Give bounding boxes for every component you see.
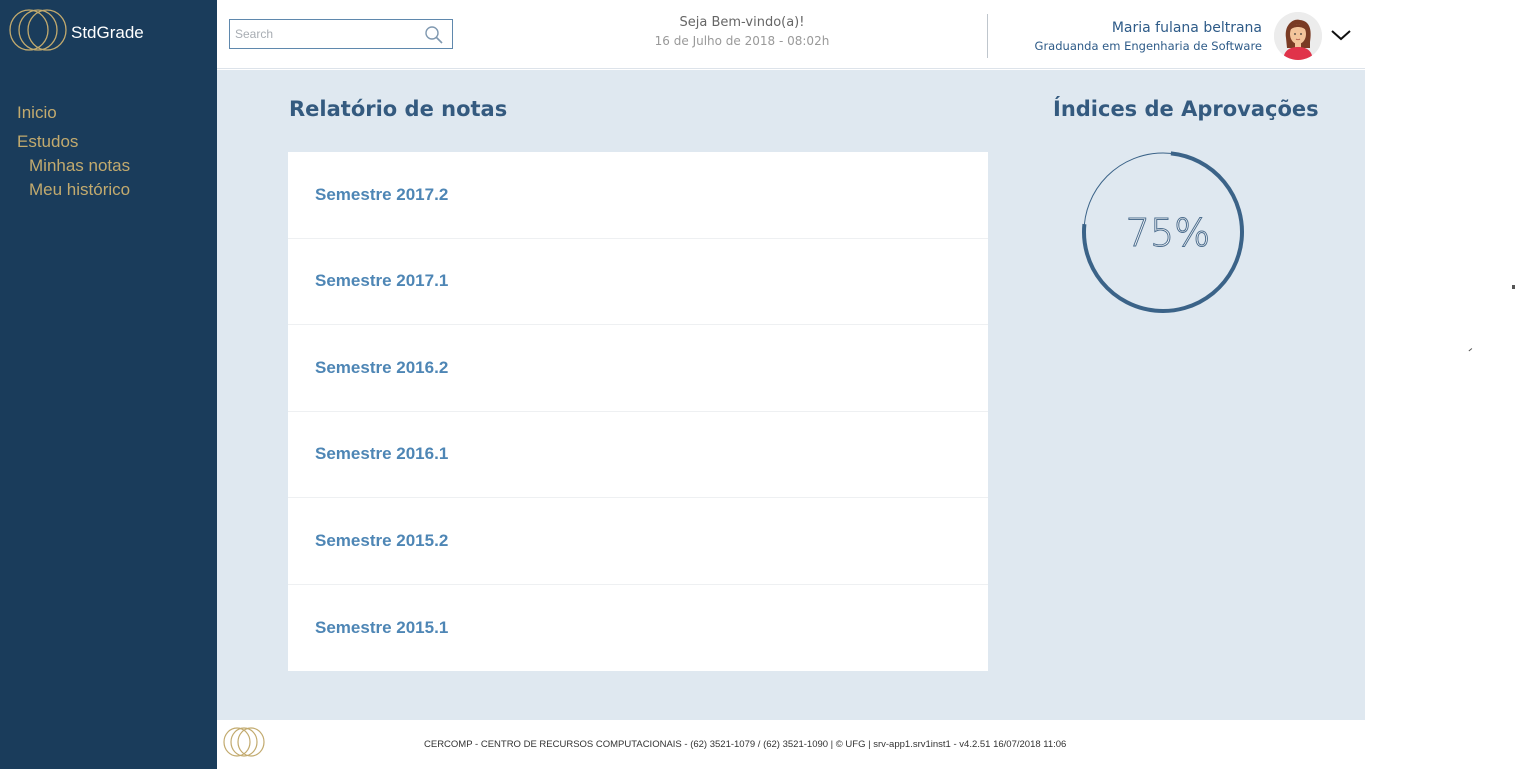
footer: CERCOMP - CENTRO DE RECURSOS COMPUTACION… xyxy=(217,720,1365,769)
avatar[interactable] xyxy=(1274,12,1322,60)
search-box xyxy=(229,19,453,49)
user-info[interactable]: Maria fulana beltrana Graduanda em Engen… xyxy=(1035,20,1262,53)
search-input[interactable] xyxy=(230,21,420,47)
sidebar-group-estudos: Estudos Minhas notas Meu histórico xyxy=(17,130,130,202)
sidebar-nav: Inicio Estudos Minhas notas Meu históric… xyxy=(17,101,130,202)
interlocking-rings-logo xyxy=(223,727,265,757)
female-avatar-icon xyxy=(1274,12,1322,60)
list-item[interactable]: Semestre 2016.2 xyxy=(288,325,988,412)
sidebar-submenu: Minhas notas Meu histórico xyxy=(29,154,130,202)
gauge-value-label: 75% xyxy=(1126,211,1210,255)
search-icon[interactable] xyxy=(424,25,444,45)
semester-label: Semestre 2017.1 xyxy=(315,271,449,291)
semester-label: Semestre 2016.1 xyxy=(315,444,449,464)
current-date: 16 de Julho de 2018 - 08:02h xyxy=(654,34,830,48)
list-item[interactable]: Semestre 2015.2 xyxy=(288,498,988,585)
list-item[interactable]: Semestre 2016.1 xyxy=(288,412,988,498)
sidebar-item-minhas-notas[interactable]: Minhas notas xyxy=(29,154,130,178)
user-role: Graduanda em Engenharia de Software xyxy=(1034,39,1262,53)
stray-mark xyxy=(1468,348,1474,353)
sidebar-item-estudos[interactable]: Estudos xyxy=(17,130,130,154)
interlocking-rings-logo xyxy=(9,9,67,51)
semester-label: Semestre 2017.2 xyxy=(315,184,449,204)
main-content: Relatório de notas Semestre 2017.2 Semes… xyxy=(217,70,1365,720)
semester-label: Semestre 2015.1 xyxy=(315,617,449,637)
list-item[interactable]: Semestre 2015.1 xyxy=(288,585,988,672)
app-name: StdGrade xyxy=(71,23,144,42)
footer-text: CERCOMP - CENTRO DE RECURSOS COMPUTACION… xyxy=(424,739,1067,750)
header-divider xyxy=(987,14,988,58)
header-bar: Seja Bem-vindo(a)! 16 de Julho de 2018 -… xyxy=(217,0,1365,69)
sidebar: StdGrade Inicio Estudos Minhas notas Meu… xyxy=(0,0,217,769)
welcome-title: Seja Bem-vindo(a)! xyxy=(679,15,805,30)
brand[interactable]: StdGrade xyxy=(8,8,144,52)
approval-index-title: Índices de Aprovações xyxy=(1053,97,1319,121)
approval-gauge: 75% xyxy=(1082,151,1244,313)
welcome-block: Seja Bem-vindo(a)! 16 de Julho de 2018 -… xyxy=(637,15,847,48)
semester-label: Semestre 2016.2 xyxy=(315,357,449,377)
semester-list: Semestre 2017.2 Semestre 2017.1 Semestre… xyxy=(288,152,988,671)
user-name: Maria fulana beltrana xyxy=(1111,20,1262,36)
semester-label: Semestre 2015.2 xyxy=(315,530,449,550)
sidebar-item-meu-historico[interactable]: Meu histórico xyxy=(29,178,130,202)
list-item[interactable]: Semestre 2017.2 xyxy=(288,152,988,239)
chevron-down-icon[interactable] xyxy=(1330,28,1352,42)
sidebar-item-inicio[interactable]: Inicio xyxy=(17,101,130,125)
report-title: Relatório de notas xyxy=(289,97,508,121)
list-item[interactable]: Semestre 2017.1 xyxy=(288,239,988,325)
